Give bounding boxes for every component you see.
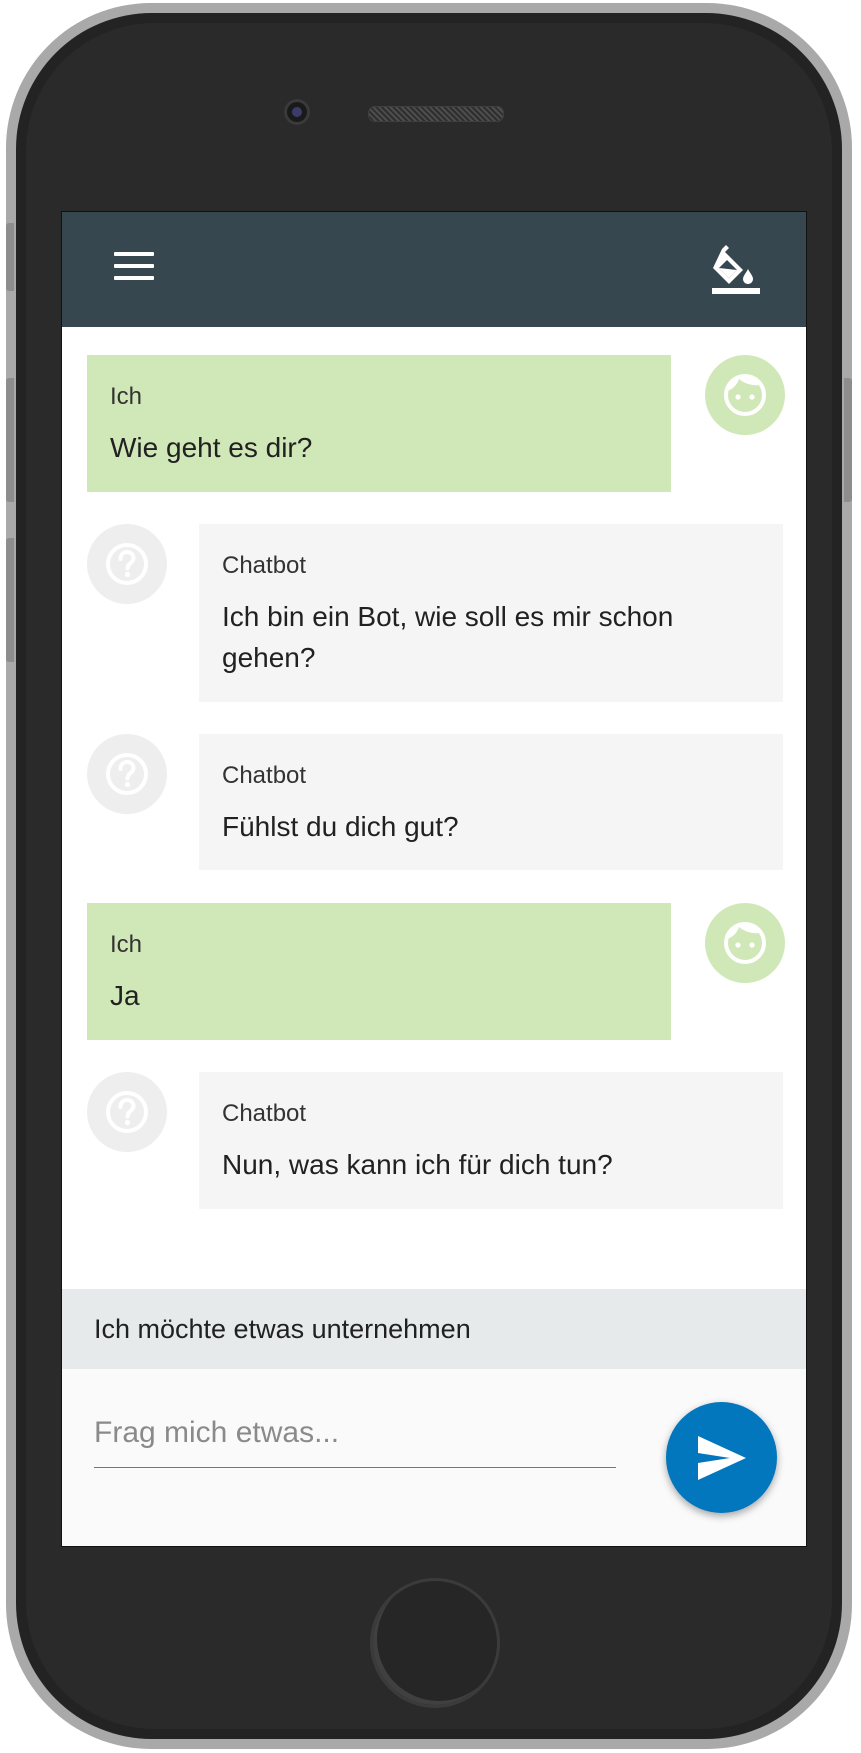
message-text: Ja	[110, 980, 140, 1011]
send-button[interactable]	[666, 1402, 777, 1513]
front-camera	[284, 99, 310, 125]
volume-down-button	[6, 538, 14, 662]
bot-message: Chatbot Nun, was kann ich für dich tun?	[199, 1072, 783, 1209]
message-input[interactable]	[94, 1399, 616, 1468]
message-sender: Chatbot	[222, 762, 307, 789]
message-text: Nun, was kann ich für dich tun?	[222, 1149, 613, 1180]
message-sender: Ich	[110, 383, 143, 410]
help-circle-icon	[87, 524, 167, 604]
home-button[interactable]	[370, 1578, 500, 1708]
message-composer	[62, 1369, 806, 1546]
user-face-icon	[705, 903, 785, 983]
mute-switch	[6, 223, 14, 291]
help-circle-icon	[87, 1072, 167, 1152]
phone-frame: Ich Wie geht es dir? Chatbot Ich bin ein…	[6, 3, 852, 1749]
message-sender: Chatbot	[222, 552, 307, 579]
help-circle-icon	[87, 734, 167, 814]
message-text: Wie geht es dir?	[110, 432, 313, 463]
suggestion-button[interactable]: Ich möchte etwas unternehmen	[62, 1289, 806, 1369]
message-sender: Chatbot	[222, 1100, 307, 1127]
chat-message-list[interactable]: Ich Wie geht es dir? Chatbot Ich bin ein…	[62, 327, 806, 1401]
earpiece-speaker	[368, 106, 504, 122]
message-text: Ich bin ein Bot, wie soll es mir schon g…	[222, 601, 674, 673]
bot-message: Chatbot Fühlst du dich gut?	[199, 734, 783, 870]
user-message: Ich Wie geht es dir?	[87, 355, 671, 492]
menu-icon[interactable]	[114, 252, 154, 282]
user-message: Ich Ja	[87, 903, 671, 1040]
user-face-icon	[705, 355, 785, 435]
message-sender: Ich	[110, 931, 143, 958]
format-color-fill-icon[interactable]	[710, 245, 762, 295]
bot-message: Chatbot Ich bin ein Bot, wie soll es mir…	[199, 524, 783, 702]
volume-up-button	[6, 378, 14, 502]
send-icon	[698, 1436, 746, 1480]
app-bar	[62, 212, 806, 327]
power-button	[844, 378, 852, 502]
message-text: Fühlst du dich gut?	[222, 811, 459, 842]
app-screen: Ich Wie geht es dir? Chatbot Ich bin ein…	[61, 211, 807, 1547]
